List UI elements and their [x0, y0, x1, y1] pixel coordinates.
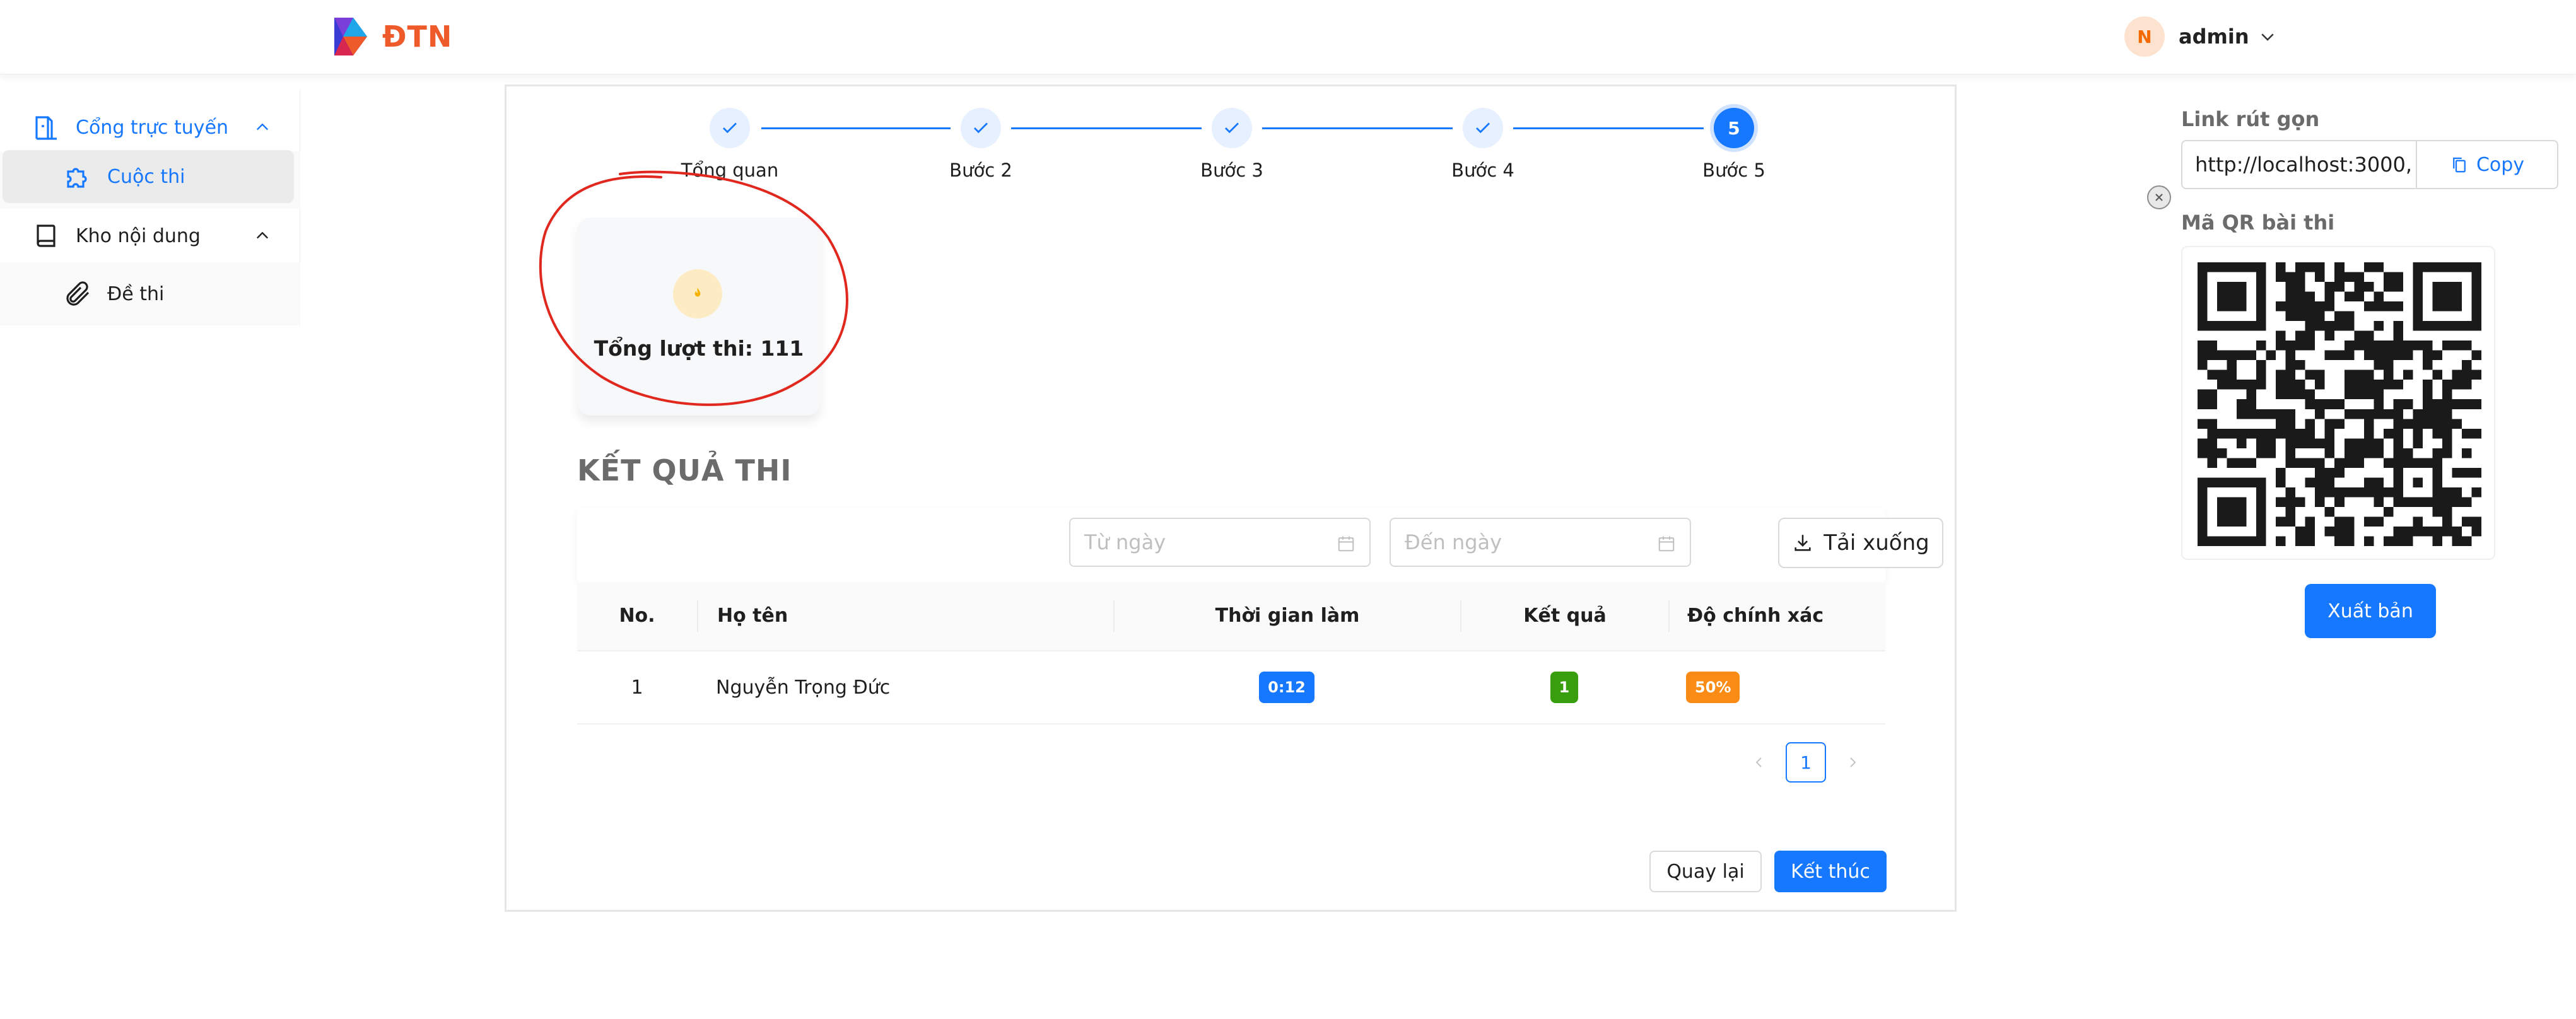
check-icon: [1476, 122, 1490, 134]
step-4-indicator[interactable]: [1463, 108, 1503, 148]
result-badge: 1: [1550, 672, 1579, 703]
book-icon: [37, 224, 56, 247]
time-badge: 0:12: [1259, 672, 1314, 703]
cell-time: 0:12: [1113, 672, 1460, 703]
sidebar-item-online-portal[interactable]: Cổng trực tuyến: [32, 101, 284, 154]
column-header-result[interactable]: Kết quả: [1460, 600, 1668, 632]
step-4-label: Bước 4: [1451, 160, 1514, 181]
sidebar-item-exams[interactable]: Đề thi: [3, 267, 294, 320]
calendar-icon: [1658, 536, 1675, 552]
sidebar: Cổng trực tuyến Cuộc thi Kho nội dung Đề…: [0, 90, 300, 327]
calendar-icon: [1338, 536, 1354, 552]
table-header: No. Họ tên Thời gian làm Kết quả Độ chín…: [577, 582, 1885, 651]
step-5-indicator[interactable]: 5: [1714, 108, 1754, 148]
short-link-label: Link rút gọn: [2181, 107, 2320, 131]
table-row[interactable]: 1 Nguyễn Trọng Đức 0:12 1 50%: [577, 651, 1885, 725]
user-menu[interactable]: N admin: [2124, 16, 2277, 57]
qr-label: Mã QR bài thi: [2181, 211, 2335, 235]
download-icon: [1794, 535, 1811, 551]
fire-icon: [673, 269, 722, 318]
filter-bar: Từ ngày Đến ngày Tải xuống: [577, 508, 1943, 583]
close-icon: [2155, 194, 2163, 201]
sidebar-item-label: Cuộc thi: [107, 165, 185, 188]
step-3-label: Bước 3: [1200, 160, 1263, 181]
chevron-down-icon: [2261, 33, 2274, 41]
short-link-input[interactable]: http://localhost:3000,: [2181, 140, 2416, 189]
pagination: 1: [1740, 742, 1871, 783]
copy-button[interactable]: Copy: [2416, 140, 2558, 189]
check-icon: [723, 122, 737, 134]
qr-code: [2181, 246, 2495, 560]
cell-name: Nguyễn Trọng Đức: [716, 676, 891, 699]
publish-button[interactable]: Xuất bản: [2305, 584, 2436, 638]
check-icon: [974, 122, 988, 134]
cell-no: 1: [631, 676, 643, 699]
page-1-button[interactable]: 1: [1786, 742, 1826, 783]
to-date-placeholder: Đến ngày: [1405, 530, 1502, 554]
logo-mark-icon: [334, 18, 367, 55]
step-1-indicator[interactable]: [710, 108, 750, 148]
chevron-left-icon: [1755, 757, 1762, 767]
copy-icon: [2453, 157, 2466, 173]
results-title: KẾT QUẢ THI: [577, 453, 792, 487]
accuracy-badge: 50%: [1686, 672, 1740, 703]
finish-button[interactable]: Kết thúc: [1774, 851, 1887, 892]
brand-name: ĐTN: [382, 20, 453, 54]
step-connector: [1011, 127, 1202, 129]
sidebar-item-contests[interactable]: Cuộc thi: [3, 150, 294, 203]
top-header: ĐTN N admin: [0, 0, 2576, 74]
sidebar-item-label: Kho nội dung: [76, 224, 201, 247]
step-2-label: Bước 2: [949, 160, 1012, 181]
avatar: N: [2124, 16, 2165, 57]
sidebar-item-content-library[interactable]: Kho nội dung: [32, 209, 284, 262]
brand-logo[interactable]: ĐTN: [328, 11, 452, 62]
chevron-up-icon: [257, 123, 268, 131]
user-name: admin: [2179, 25, 2249, 49]
close-button[interactable]: [2147, 185, 2171, 209]
column-header-name[interactable]: Họ tên: [697, 600, 1113, 632]
puzzle-icon: [67, 168, 87, 188]
chevron-up-icon: [257, 231, 268, 239]
from-date-input[interactable]: Từ ngày: [1069, 518, 1371, 567]
sidebar-item-label: Đề thi: [107, 282, 165, 305]
column-header-accuracy[interactable]: Độ chính xác: [1668, 600, 1885, 632]
total-attempts-card: Tổng lượt thi: 111: [577, 218, 821, 416]
total-attempts-text: Tổng lượt thi: 111: [594, 336, 804, 361]
chevron-right-icon: [1850, 757, 1856, 767]
results-table: No. Họ tên Thời gian làm Kết quả Độ chín…: [577, 582, 1885, 725]
column-header-no[interactable]: No.: [577, 600, 697, 632]
cell-accuracy: 50%: [1668, 672, 1885, 703]
step-1-label: Tổng quan: [681, 160, 779, 181]
copy-label: Copy: [2476, 153, 2525, 176]
step-5-label: Bước 5: [1702, 160, 1765, 181]
from-date-placeholder: Từ ngày: [1084, 530, 1166, 554]
step-3-indicator[interactable]: [1212, 108, 1252, 148]
sidebar-item-label: Cổng trực tuyến: [76, 116, 229, 139]
step-connector: [1262, 127, 1453, 129]
prev-page-button[interactable]: [1740, 743, 1778, 781]
download-button[interactable]: Tải xuống: [1778, 518, 1943, 568]
qr-code-image: [2198, 262, 2481, 546]
main-card: 5 Tổng quan Bước 2 Bước 3 Bước 4 Bước 5 …: [505, 84, 1957, 912]
next-page-button[interactable]: [1834, 743, 1871, 781]
portal-icon: [35, 116, 57, 140]
download-label: Tải xuống: [1824, 530, 1929, 556]
column-header-time[interactable]: Thời gian làm: [1113, 600, 1460, 632]
paperclip-icon: [66, 281, 90, 306]
step-2-indicator[interactable]: [961, 108, 1001, 148]
cell-result: 1: [1460, 672, 1668, 703]
step-connector: [1513, 127, 1704, 129]
check-icon: [1225, 122, 1239, 134]
step-connector: [761, 127, 951, 129]
back-button[interactable]: Quay lại: [1649, 851, 1762, 892]
to-date-input[interactable]: Đến ngày: [1390, 518, 1691, 567]
